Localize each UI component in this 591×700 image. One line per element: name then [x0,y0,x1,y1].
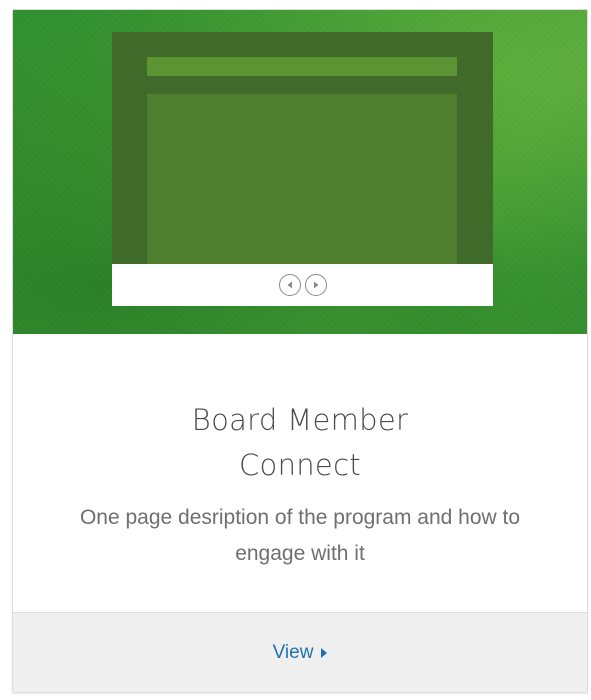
card-hero-image [13,10,587,334]
slideshow-mockup-icon [112,32,493,264]
mockup-controls [112,264,493,306]
prev-arrow-icon [278,274,301,296]
card-footer: View [13,612,587,692]
card-body: Board Member Connect One page desription… [13,334,587,612]
mockup-header-bar [147,57,457,76]
program-card: Board Member Connect One page desription… [12,9,588,693]
next-arrow-icon [304,274,327,296]
caret-right-icon [321,647,328,658]
view-link-label: View [272,641,314,663]
card-description: One page desription of the program and h… [79,506,521,565]
card-title: Board Member Connect [191,403,409,482]
mockup-content-area [147,94,457,264]
view-link[interactable]: View [273,642,328,664]
